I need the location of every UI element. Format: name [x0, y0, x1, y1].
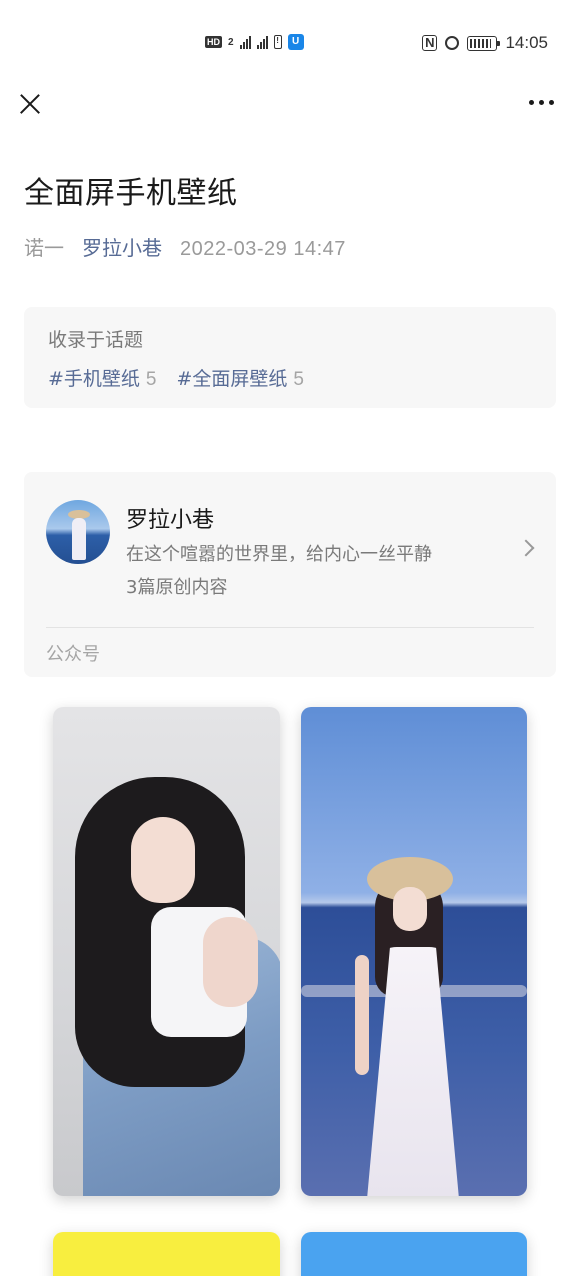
hd-icon: HD — [205, 36, 222, 48]
signal-icon — [256, 35, 268, 49]
wallpaper-image[interactable] — [53, 707, 280, 1196]
topic-tag-count: 5 — [293, 369, 304, 390]
official-account-card[interactable]: 罗拉小巷 在这个喧嚣的世界里，给内心一丝平静 3篇原创内容 公众号 — [24, 472, 556, 677]
nfc-icon: N — [422, 35, 438, 51]
sim-label: 2 — [228, 36, 234, 48]
account-type: 公众号 — [46, 644, 100, 665]
publish-date: 2022-03-29 14:47 — [180, 238, 346, 260]
account-link[interactable]: 罗拉小巷 — [82, 232, 162, 261]
avatar — [46, 500, 110, 564]
topic-tag-name: #全面屏壁纸 — [176, 368, 288, 390]
app-notification-icon: U — [287, 34, 304, 50]
wallpaper-image[interactable] — [53, 1232, 280, 1276]
status-right-icons: N 14:05 — [422, 33, 548, 53]
status-left-icons: HD 2 ! U — [205, 34, 304, 50]
close-icon[interactable] — [16, 90, 44, 118]
topic-tag-name: #手机壁纸 — [48, 368, 140, 390]
topic-tags: #手机壁纸 5 #全面屏壁纸 5 — [48, 364, 532, 391]
alarm-icon — [445, 36, 460, 50]
account-name: 罗拉小巷 — [126, 508, 215, 533]
topic-label: 收录于话题 — [48, 329, 144, 351]
status-bar: HD 2 ! U N 14:05 — [0, 30, 580, 58]
topic-box: 收录于话题 #手机壁纸 5 #全面屏壁纸 5 — [24, 307, 556, 408]
status-time: 14:05 — [505, 33, 548, 52]
topic-tag-count: 5 — [145, 369, 157, 390]
more-icon[interactable] — [529, 100, 554, 105]
chevron-right-icon — [517, 539, 535, 557]
signal-icon — [239, 35, 251, 49]
author-name: 诺一 — [24, 236, 64, 260]
page-title: 全面屏手机壁纸 — [24, 176, 238, 211]
account-description: 在这个喧嚣的世界里，给内心一丝平静 — [126, 544, 432, 565]
warning-icon: ! — [273, 35, 282, 49]
wallpaper-image[interactable] — [301, 707, 527, 1196]
topic-tag[interactable]: #手机壁纸 5 — [48, 364, 157, 391]
divider — [46, 627, 534, 628]
article-meta: 诺一 罗拉小巷 2022-03-29 14:47 — [24, 232, 346, 261]
wallpaper-image[interactable] — [301, 1232, 527, 1276]
topic-tag[interactable]: #全面屏壁纸 5 — [177, 364, 305, 391]
original-count: 3篇原创内容 — [126, 577, 228, 598]
battery-icon — [467, 35, 501, 51]
